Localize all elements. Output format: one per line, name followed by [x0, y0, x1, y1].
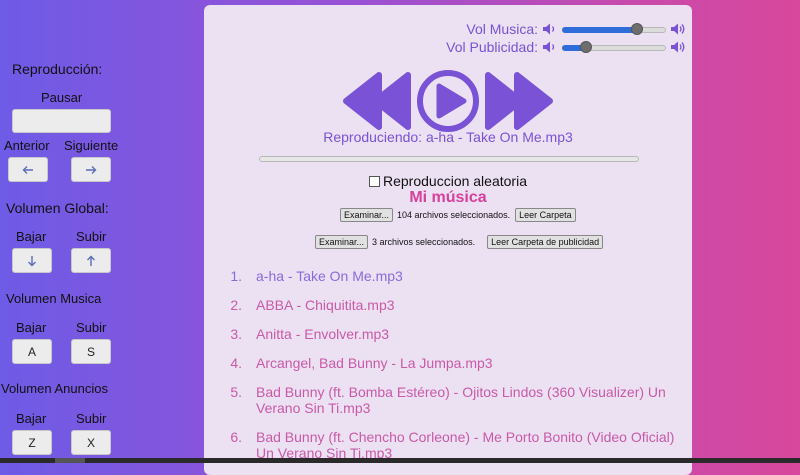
speaker-low-icon — [543, 23, 555, 35]
music-volume-up-button[interactable]: S — [71, 339, 111, 364]
track-number: 2. — [230, 297, 242, 313]
music-up-label: Subir — [76, 320, 107, 335]
slider-fill — [562, 27, 637, 33]
arrow-left-icon — [22, 165, 33, 174]
speaker-low-icon — [543, 41, 555, 53]
slider-thumb[interactable] — [630, 23, 643, 35]
music-down-label: Bajar — [16, 320, 47, 335]
shuffle-label: Reproduccion aleatoria — [383, 173, 527, 189]
ads-volume-heading: Volumen Anuncios — [1, 381, 108, 396]
previous-label: Anterior — [4, 138, 50, 153]
track-item[interactable]: 5. Bad Bunny (ft. Bomba Estéreo) - Ojitos… — [218, 384, 678, 416]
player-card: Vol Musica: Vol Publicidad: Reproduciend… — [204, 5, 692, 475]
track-name: Bad Bunny (ft. Chencho Corleone) - Me Po… — [256, 429, 675, 461]
track-number: 4. — [230, 355, 242, 371]
shuffle-row: Reproduccion aleatoria — [204, 173, 692, 189]
ads-down-label: Bajar — [16, 411, 47, 426]
track-number: 1. — [230, 268, 242, 284]
speaker-high-icon — [671, 41, 685, 53]
fast-forward-icon[interactable] — [485, 72, 553, 130]
ads-browse-button[interactable]: Examinar... — [315, 235, 369, 249]
music-volume-control: Vol Musica: — [466, 21, 686, 37]
ads-volume-down-button[interactable]: Z — [12, 430, 52, 455]
taskbar-segment — [55, 458, 85, 463]
pause-button[interactable] — [12, 109, 111, 133]
read-ads-folder-button[interactable]: Leer Carpeta de publicidad — [487, 235, 604, 249]
track-name: Anitta - Envolver.mp3 — [256, 326, 390, 342]
transport-controls — [343, 70, 553, 132]
track-item[interactable]: 6. Bad Bunny (ft. Chencho Corleone) - Me … — [218, 429, 678, 461]
play-icon[interactable] — [417, 70, 479, 132]
music-files-status: 104 archivos seleccionados. — [397, 210, 511, 220]
taskbar-strip — [0, 458, 800, 463]
rewind-icon[interactable] — [343, 72, 411, 130]
music-volume-heading: Volumen Musica — [6, 291, 102, 306]
track-number: 6. — [230, 429, 242, 445]
music-volume-down-button[interactable]: A — [12, 339, 52, 364]
shuffle-checkbox[interactable] — [369, 175, 380, 187]
track-item[interactable]: 1. a-ha - Take On Me.mp3 — [218, 268, 678, 284]
track-number: 3. — [230, 326, 242, 342]
playback-heading: Reproducción: — [12, 61, 103, 77]
playback-progress-bar[interactable] — [259, 156, 639, 162]
music-volume-slider[interactable] — [562, 22, 666, 36]
track-name: Bad Bunny (ft. Bomba Estéreo) - Ojitos L… — [256, 384, 666, 416]
music-file-picker: Examinar... 104 archivos seleccionados. … — [340, 208, 576, 222]
track-item[interactable]: 3. Anitta - Envolver.mp3 — [218, 326, 678, 342]
previous-button[interactable] — [8, 157, 48, 182]
arrow-down-icon — [28, 255, 36, 266]
ads-volume-slider[interactable] — [562, 40, 666, 54]
arrow-up-icon — [87, 255, 95, 266]
ads-file-picker: Examinar... 3 archivos seleccionados. Le… — [315, 235, 604, 249]
ads-files-status: 3 archivos seleccionados. — [372, 237, 476, 247]
track-name: Arcangel, Bad Bunny - La Jumpa.mp3 — [256, 355, 493, 371]
ads-volume-control: Vol Publicidad: — [446, 39, 686, 55]
library-title: Mi música — [409, 189, 487, 206]
pause-label: Pausar — [41, 90, 83, 105]
track-name: a-ha - Take On Me.mp3 — [256, 268, 403, 284]
next-label: Siguiente — [64, 138, 119, 153]
music-volume-label: Vol Musica: — [466, 21, 538, 37]
ads-volume-label: Vol Publicidad: — [446, 39, 538, 55]
speaker-high-icon — [671, 23, 685, 35]
global-volume-up-button[interactable] — [71, 248, 111, 273]
track-item[interactable]: 4. Arcangel, Bad Bunny - La Jumpa.mp3 — [218, 355, 678, 371]
track-name: ABBA - Chiquitita.mp3 — [256, 297, 395, 313]
ads-volume-up-button[interactable]: X — [71, 430, 111, 455]
global-volume-down-button[interactable] — [12, 248, 52, 273]
music-browse-button[interactable]: Examinar... — [340, 208, 394, 222]
slider-thumb[interactable] — [579, 41, 592, 53]
read-folder-button[interactable]: Leer Carpeta — [515, 208, 576, 222]
now-playing-text: Reproduciendo: a-ha - Take On Me.mp3 — [323, 129, 573, 145]
global-volume-heading: Volumen Global: — [6, 200, 109, 216]
track-list: 1. a-ha - Take On Me.mp3 2. ABBA - Chiquiti… — [218, 268, 678, 474]
track-item[interactable]: 2. ABBA - Chiquitita.mp3 — [218, 297, 678, 313]
arrow-right-icon — [86, 165, 97, 174]
next-button[interactable] — [71, 157, 111, 182]
track-number: 5. — [230, 384, 242, 400]
global-down-label: Bajar — [16, 229, 47, 244]
ads-up-label: Subir — [76, 411, 107, 426]
global-up-label: Subir — [76, 229, 107, 244]
